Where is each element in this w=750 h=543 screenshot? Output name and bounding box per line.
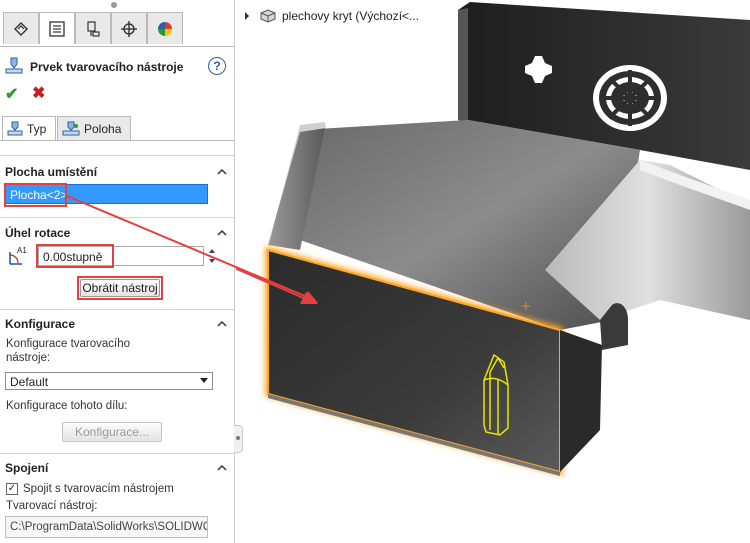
angle-icon: A1 [6, 246, 30, 268]
section-divider [0, 309, 234, 310]
chevron-up-icon[interactable] [217, 319, 227, 329]
angle-spinner[interactable] [206, 246, 218, 266]
forming-tool-label: Tvarovací nástroj: [6, 500, 98, 512]
appearance-icon [158, 21, 172, 36]
part-configuration-button[interactable]: Konfigurace... [62, 422, 162, 442]
tab-feature-manager[interactable] [3, 12, 39, 44]
property-manager-icon [49, 20, 65, 37]
subtabs: Typ Poloha [0, 116, 234, 141]
back-wall-edge [458, 8, 468, 124]
section-divider [0, 217, 234, 218]
tab-configuration-manager[interactable] [75, 12, 111, 44]
rotation-section-title: Úhel rotace [5, 226, 71, 240]
forming-tool-path-value: C:\ProgramData\SolidWorks\SOLIDWO [10, 521, 208, 533]
part-configuration-button-label: Konfigurace... [74, 425, 150, 439]
ok-button[interactable]: ✔ [5, 84, 18, 104]
panel-grip-handle[interactable] [111, 2, 117, 8]
feature-tree-icon [14, 21, 28, 36]
chevron-up-icon[interactable] [217, 228, 227, 238]
tab-dimxpert-manager[interactable] [111, 12, 147, 44]
configuration-section-title: Konfigurace [5, 317, 76, 331]
section-divider [0, 155, 234, 156]
chevron-up-icon[interactable] [217, 463, 227, 473]
face-callout-box [4, 183, 67, 207]
forming-tool-icon [5, 57, 23, 74]
chevron-down-icon [200, 378, 208, 383]
tab-display-manager[interactable] [147, 12, 183, 44]
forming-tool-path-field[interactable]: C:\ProgramData\SolidWorks\SOLIDWO [5, 516, 208, 538]
tab-type-label: Typ [27, 121, 47, 136]
link-to-tool-checkbox[interactable]: ✓ [6, 483, 18, 495]
position-tab-icon [62, 121, 80, 135]
sheet-metal-model [236, 2, 750, 476]
feature-tree-flyout[interactable]: plechovy kryt (Výchozí<... [242, 6, 419, 26]
tool-configuration-select[interactable]: Default [5, 372, 213, 390]
link-to-tool-label: Spojit s tvarovacím nástrojem [23, 483, 174, 495]
checkbox-check-icon: ✓ [7, 483, 17, 494]
angle-icon-label: A1 [17, 246, 27, 255]
page-title: Prvek tvarovacího nástroje [30, 60, 184, 74]
tool-configuration-label: Konfigurace tvarovacího nástroje: [6, 338, 131, 364]
chevron-up-icon[interactable] [217, 167, 227, 177]
front-wall-side [560, 330, 602, 472]
tab-type[interactable]: Typ [2, 116, 56, 140]
configuration-manager-icon [87, 20, 100, 37]
part-configuration-label: Konfigurace tohoto dílu: [6, 400, 128, 412]
link-section-title: Spojení [5, 461, 49, 475]
property-manager-header: Prvek tvarovacího nástroje ? [4, 56, 230, 78]
tab-property-manager[interactable] [39, 12, 75, 44]
property-manager-panel: Prvek tvarovacího nástroje ? ✔ ✖ Typ Pol… [0, 0, 235, 543]
flip-callout-box [77, 276, 163, 300]
type-tab-icon [7, 121, 23, 135]
graphics-viewport[interactable] [236, 0, 750, 543]
manager-tabs [0, 12, 234, 47]
help-button[interactable]: ? [208, 57, 226, 75]
section-divider [0, 453, 234, 454]
placement-section-title: Plocha umístění [5, 165, 98, 179]
feature-tree-part-name: plechovy kryt (Výchozí<... [282, 9, 420, 23]
tool-configuration-value: Default [10, 375, 49, 389]
vent-wheel [593, 65, 667, 131]
angle-callout-box [36, 244, 114, 268]
tab-position-label: Poloha [84, 121, 122, 136]
tab-position[interactable]: Poloha [57, 116, 131, 140]
dimxpert-icon [121, 20, 137, 37]
cancel-button[interactable]: ✖ [32, 83, 45, 103]
chevron-right-icon[interactable] [242, 11, 252, 21]
part-icon [260, 9, 276, 23]
